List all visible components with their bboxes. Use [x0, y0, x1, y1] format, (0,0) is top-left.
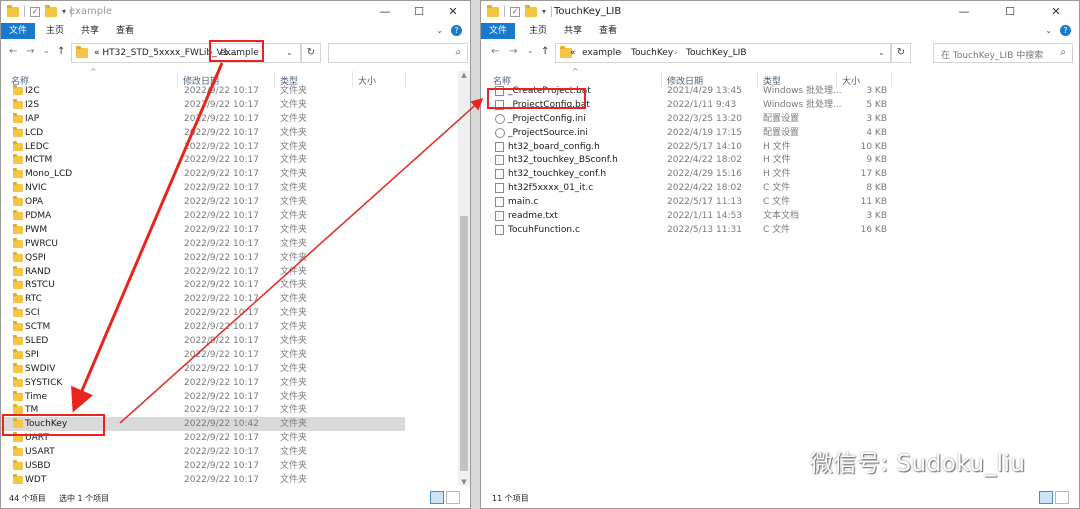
watermark-text: 微信号: Sudoku_liu	[810, 451, 1026, 477]
watermark: 微信号: Sudoku_liu	[770, 444, 1025, 478]
arrow-to-touchkey	[71, 62, 224, 413]
wechat-icon	[770, 448, 802, 474]
arrow-to-create-project	[119, 97, 484, 424]
annotation-arrows	[71, 62, 484, 424]
